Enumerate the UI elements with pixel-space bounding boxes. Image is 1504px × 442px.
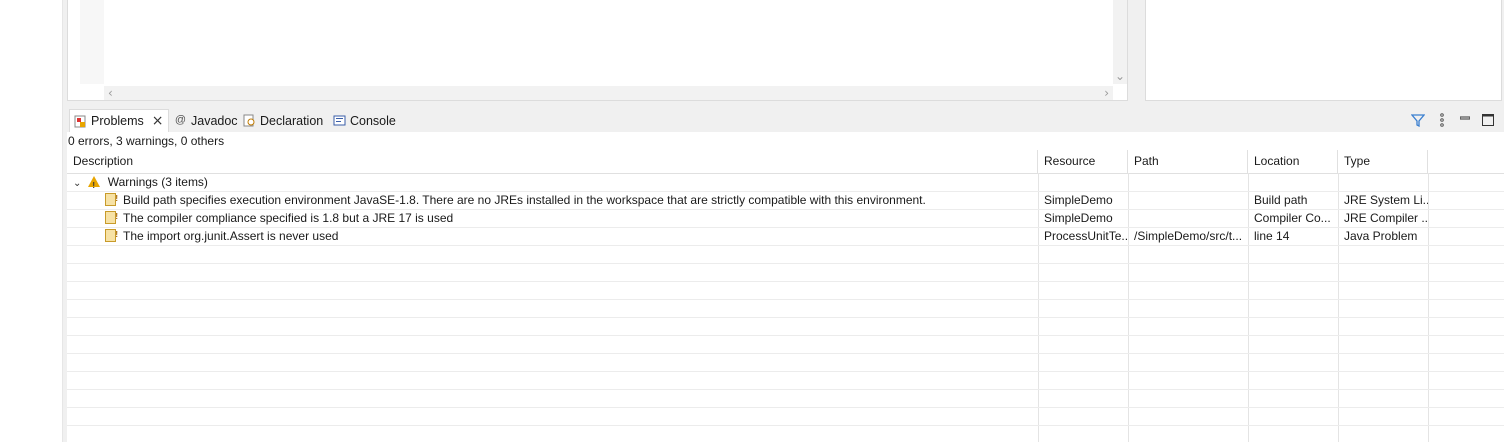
empty-row <box>67 282 1504 300</box>
declaration-icon <box>243 114 256 127</box>
column-header-location[interactable]: Location <box>1248 150 1338 173</box>
outline-pane[interactable] <box>1145 0 1502 101</box>
tab-label: Declaration <box>260 113 324 128</box>
group-label: Warnings (3 items) <box>107 175 208 189</box>
tab-label: Console <box>350 113 396 128</box>
table-header: Description ^ Resource Path Location Typ… <box>67 150 1504 174</box>
column-header-path[interactable]: Path <box>1128 150 1248 173</box>
warning-icon <box>105 192 118 207</box>
filter-icon[interactable] <box>1410 111 1426 129</box>
row-description: The compiler compliance specified is 1.8… <box>123 211 454 225</box>
table-row[interactable]: The import org.junit.Assert is never use… <box>67 228 1504 246</box>
close-icon[interactable]: × <box>152 113 164 129</box>
view-menu-icon[interactable] <box>1434 111 1450 129</box>
editor-line-gutter <box>80 0 104 84</box>
column-header-type[interactable]: Type <box>1338 150 1428 173</box>
row-path: /SimpleDemo/src/t... <box>1134 229 1243 243</box>
row-path <box>1128 192 1248 209</box>
row-path <box>1128 210 1248 227</box>
row-type: JRE Compiler ... <box>1344 211 1428 225</box>
warning-icon <box>105 210 118 225</box>
scroll-right-icon[interactable]: › <box>1104 87 1109 99</box>
problems-summary: 0 errors, 3 warnings, 0 others <box>67 132 1504 150</box>
row-location: Build path <box>1254 193 1308 207</box>
empty-row <box>67 408 1504 426</box>
empty-row <box>67 390 1504 408</box>
scroll-down-icon[interactable]: ⌄ <box>1115 70 1125 82</box>
tab-problems[interactable]: Problems × <box>69 109 169 132</box>
editor-horizontal-scrollbar[interactable]: ‹ › <box>104 86 1113 100</box>
table-row[interactable]: Build path specifies execution environme… <box>67 192 1504 210</box>
tab-declaration[interactable]: Declaration <box>243 109 323 132</box>
row-type: Java Problem <box>1344 229 1418 243</box>
group-row-warnings[interactable]: ⌄ Warnings (3 items) <box>67 174 1504 192</box>
console-icon <box>333 114 346 127</box>
warning-icon <box>88 176 101 191</box>
maximize-icon[interactable] <box>1480 111 1496 129</box>
editor-vertical-scrollbar[interactable]: ⌄ <box>1113 0 1127 84</box>
empty-row <box>67 426 1504 442</box>
problems-table[interactable]: Description ^ Resource Path Location Typ… <box>67 150 1504 442</box>
problems-icon <box>74 115 87 128</box>
row-resource: SimpleDemo <box>1044 193 1113 207</box>
tab-javadoc[interactable]: @ Javadoc <box>174 109 238 132</box>
tab-label: Javadoc <box>191 113 238 128</box>
minimize-icon[interactable] <box>1457 111 1473 129</box>
row-resource: ProcessUnitTe... <box>1044 229 1128 243</box>
row-resource: SimpleDemo <box>1044 211 1113 225</box>
empty-row <box>67 354 1504 372</box>
tab-label: Problems <box>91 114 144 128</box>
javadoc-icon: @ <box>174 114 187 126</box>
row-description: Build path specifies execution environme… <box>123 193 926 207</box>
column-header-resource[interactable]: Resource <box>1038 150 1128 173</box>
left-gutter-strip <box>0 0 63 442</box>
row-description: The import org.junit.Assert is never use… <box>123 229 339 243</box>
empty-row <box>67 372 1504 390</box>
empty-row <box>67 300 1504 318</box>
empty-row <box>67 318 1504 336</box>
row-location: Compiler Co... <box>1254 211 1331 225</box>
table-row[interactable]: The compiler compliance specified is 1.8… <box>67 210 1504 228</box>
empty-row <box>67 246 1504 264</box>
row-location: line 14 <box>1254 229 1290 243</box>
empty-row <box>67 264 1504 282</box>
empty-row <box>67 336 1504 354</box>
tab-console[interactable]: Console <box>333 109 396 132</box>
warning-icon <box>105 228 118 243</box>
bottom-view-tabbar: Problems × @ Javadoc Declaration Console <box>67 109 1504 132</box>
chevron-down-icon[interactable]: ⌄ <box>73 175 85 191</box>
row-type: JRE System Li... <box>1344 193 1428 207</box>
editor-pane[interactable]: ⌄ ‹ › <box>67 0 1128 101</box>
scroll-left-icon[interactable]: ‹ <box>108 87 113 99</box>
sort-ascending-icon: ^ <box>549 150 558 157</box>
